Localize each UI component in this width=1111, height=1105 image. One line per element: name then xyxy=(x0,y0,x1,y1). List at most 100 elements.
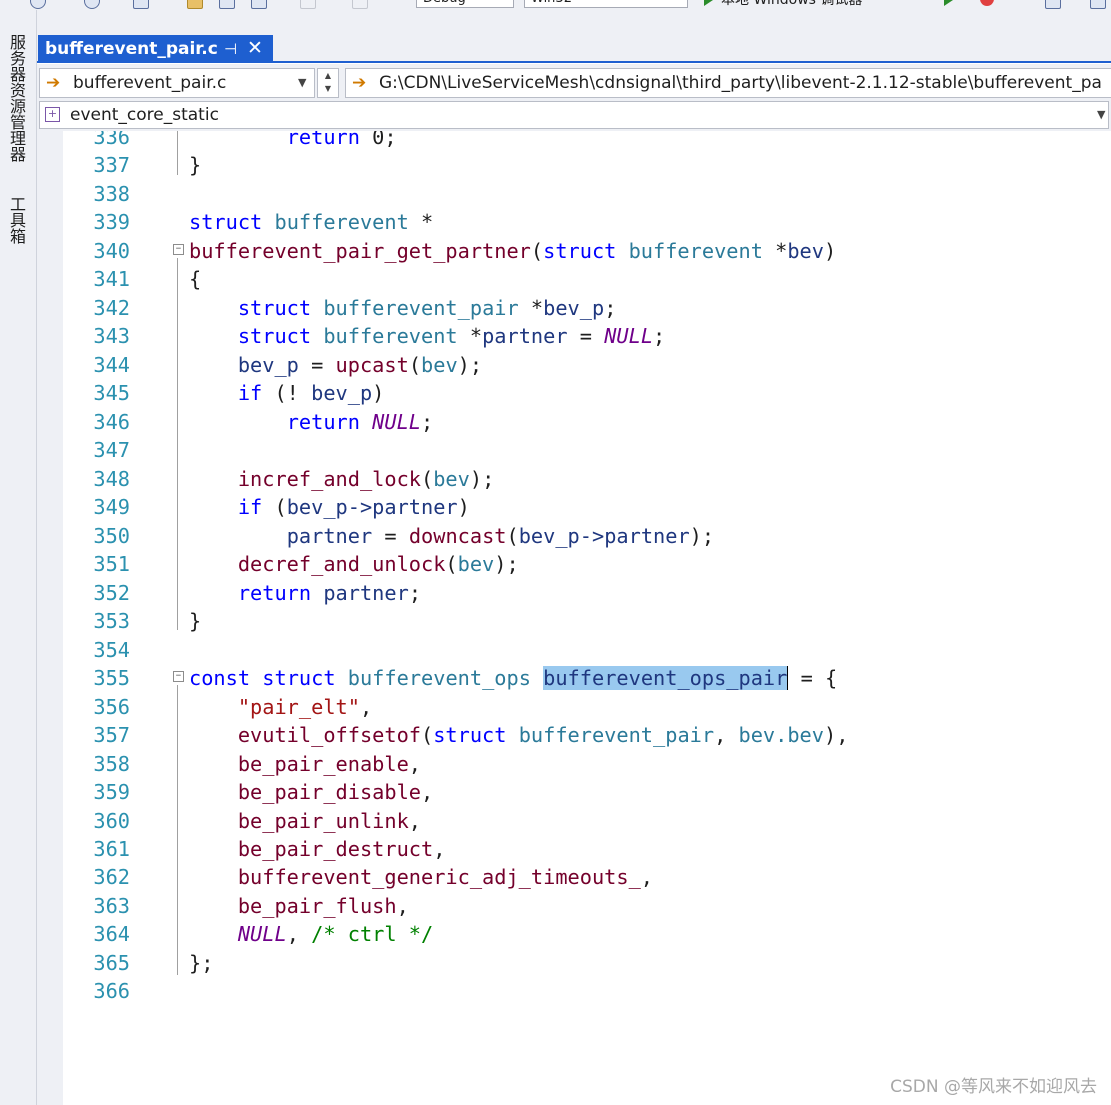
member-combo[interactable]: + event_core_static ▼ xyxy=(39,101,1109,129)
line-number: 346 xyxy=(93,409,130,434)
line-number: 353 xyxy=(93,609,130,634)
chevron-down-icon: ▼ xyxy=(298,76,307,89)
code-token: ( xyxy=(530,238,544,263)
breakpoint-icon[interactable] xyxy=(980,0,994,6)
code-token: bufferevent xyxy=(274,210,409,235)
nav-back-icon[interactable] xyxy=(30,0,46,9)
code-line[interactable]: 345 if (! bev_p) xyxy=(64,379,1111,407)
line-number: 352 xyxy=(93,580,130,605)
line-number: 357 xyxy=(93,723,130,748)
platform-select[interactable]: Win32 xyxy=(524,0,688,8)
save-all-icon[interactable] xyxy=(251,0,267,9)
close-icon[interactable]: ✕ xyxy=(247,37,263,59)
configuration-select[interactable]: Debug xyxy=(416,0,514,8)
code-line[interactable]: 353} xyxy=(64,607,1111,635)
code-line[interactable]: 346 return NULL; xyxy=(64,408,1111,436)
file-path-value: G:\CDN\LiveServiceMesh\cdnsignal\third_p… xyxy=(379,73,1102,93)
line-number: 354 xyxy=(93,637,130,662)
redo-icon[interactable] xyxy=(352,0,368,9)
code-line[interactable]: 336 return 0; xyxy=(64,131,1111,151)
code-line[interactable]: 361 be_pair_destruct, xyxy=(64,835,1111,863)
code-line[interactable]: 350 partner = downcast(bev_p->partner); xyxy=(64,522,1111,550)
code-line[interactable]: 351 decref_and_unlock(bev); xyxy=(64,550,1111,578)
collapse-struct-icon[interactable]: − xyxy=(173,671,184,682)
member-bar: + event_core_static ▼ xyxy=(37,100,1111,131)
code-token: } xyxy=(189,153,202,178)
line-text: bufferevent_pair_get_partner(struct buff… xyxy=(189,237,836,265)
debugger-label[interactable]: 本地 Windows 调试器 xyxy=(721,0,862,9)
code-token: ( xyxy=(445,552,458,577)
code-line[interactable]: 358 be_pair_enable, xyxy=(64,750,1111,778)
code-token: bev_p xyxy=(311,381,373,406)
code-token: , xyxy=(359,694,373,719)
code-line[interactable]: 348 incref_and_lock(bev); xyxy=(64,465,1111,493)
code-line[interactable]: 357 evutil_offsetof(struct bufferevent_p… xyxy=(64,721,1111,749)
code-line[interactable]: 341 { xyxy=(64,265,1111,293)
code-token: bev_p xyxy=(237,352,299,377)
code-line[interactable]: 363 be_pair_flush, xyxy=(64,892,1111,920)
code-token: ); xyxy=(469,466,495,491)
path-combo[interactable]: ➔ G:\CDN\LiveServiceMesh\cdnsignal\third… xyxy=(345,68,1111,98)
code-token: bufferevent_pair_get_partner xyxy=(189,238,531,263)
save-icon[interactable] xyxy=(219,0,235,9)
watermark: CSDN @等风来不如迎风去 xyxy=(890,1077,1097,1097)
code-token: = xyxy=(567,324,605,349)
code-line[interactable]: 360 be_pair_unlink, xyxy=(64,807,1111,835)
pin-icon[interactable]: ⊣ xyxy=(224,40,237,58)
code-line[interactable]: 339 struct bufferevent * xyxy=(64,208,1111,236)
code-line[interactable]: 343 struct bufferevent *partner = NULL; xyxy=(64,322,1111,350)
code-line[interactable]: 365}; xyxy=(64,949,1111,977)
new-file-icon[interactable] xyxy=(133,0,149,9)
code-line[interactable]: 340 bufferevent_pair_get_partner(struct b… xyxy=(64,237,1111,265)
split-spinner[interactable]: ▲ ▼ xyxy=(317,68,339,98)
code-line[interactable]: 349 if (bev_p->partner) xyxy=(64,493,1111,521)
code-line[interactable]: 354 xyxy=(64,636,1111,664)
code-token: bufferevent_pair xyxy=(518,723,715,748)
code-token: (! xyxy=(262,381,312,406)
continue-icon[interactable] xyxy=(944,0,953,6)
code-line[interactable]: 352 return partner; xyxy=(64,579,1111,607)
code-editor[interactable]: 336 return 0; 337} 338 339 struct buffereven… xyxy=(64,131,1111,1091)
find-icon[interactable] xyxy=(1045,0,1061,9)
outline-bar xyxy=(177,685,178,975)
collapse-function-icon[interactable]: − xyxy=(173,244,184,255)
line-number: 338 xyxy=(93,181,130,206)
code-line[interactable]: 337} xyxy=(64,151,1111,179)
code-token: bev.bev xyxy=(738,723,824,748)
code-line[interactable]: 362 bufferevent_generic_adj_timeouts_, xyxy=(64,863,1111,891)
code-token: , xyxy=(408,751,422,776)
code-line[interactable]: 344 bev_p = upcast(bev); xyxy=(64,351,1111,379)
line-text: { xyxy=(189,265,201,293)
extension-icon[interactable] xyxy=(1090,0,1106,9)
code-line[interactable]: 366 xyxy=(64,977,1111,1005)
code-line[interactable]: 356 "pair_elt", xyxy=(64,693,1111,721)
code-token: , xyxy=(433,837,446,861)
undo-icon[interactable] xyxy=(300,0,316,9)
code-token: NULL xyxy=(372,409,422,434)
code-token: ( xyxy=(506,523,519,548)
open-folder-icon[interactable] xyxy=(187,0,203,9)
line-text: partner = downcast(bev_p->partner); xyxy=(189,522,714,550)
nav-forward-icon[interactable] xyxy=(84,0,100,9)
code-line[interactable]: 364 NULL, /* ctrl */ xyxy=(64,920,1111,948)
code-line[interactable]: 347 xyxy=(64,436,1111,464)
start-debug-icon[interactable] xyxy=(704,0,713,6)
file-scope-combo[interactable]: ➔ bufferevent_pair.c ▼ xyxy=(39,68,315,98)
code-token: be_pair_unlink xyxy=(237,808,409,833)
line-number: 348 xyxy=(93,466,130,491)
code-line[interactable]: 342 struct bufferevent_pair *bev_p; xyxy=(64,294,1111,322)
toolbox-tab[interactable]: 工具箱 xyxy=(4,196,28,244)
code-line[interactable]: 355 const struct bufferevent_ops bufferev… xyxy=(64,664,1111,692)
code-line[interactable]: 359 be_pair_disable, xyxy=(64,778,1111,806)
tab-bufferevent-pair[interactable]: bufferevent_pair.c ⊣ ✕ xyxy=(38,35,273,63)
line-number: 343 xyxy=(93,324,130,349)
chevron-down-icon: ▼ xyxy=(1097,108,1106,121)
server-explorer-tab[interactable]: 服务器资源管理器 xyxy=(4,34,28,162)
code-token: if xyxy=(237,381,263,406)
code-line[interactable]: 338 xyxy=(64,180,1111,208)
